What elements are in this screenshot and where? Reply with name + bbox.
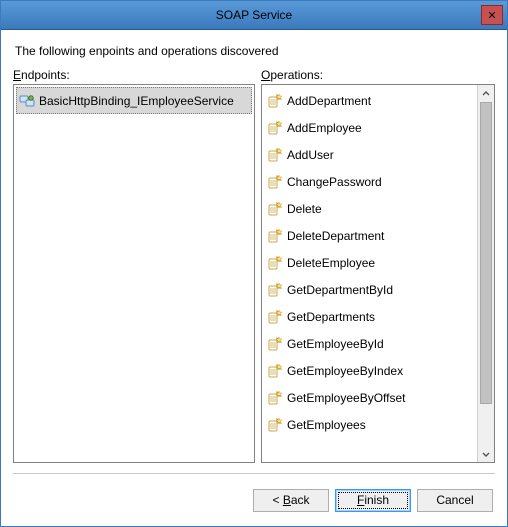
columns: Endpoints: BasicHttpBinding_IEmployeeSer… bbox=[13, 68, 495, 463]
operation-label: AddEmployee bbox=[287, 121, 362, 135]
endpoint-icon bbox=[19, 93, 35, 109]
operation-icon bbox=[267, 255, 283, 271]
operation-item[interactable]: Delete bbox=[264, 195, 475, 222]
operation-icon bbox=[267, 417, 283, 433]
operations-label: Operations: bbox=[261, 68, 495, 84]
operation-label: ChangePassword bbox=[287, 175, 382, 189]
operation-icon bbox=[267, 120, 283, 136]
operations-listbox[interactable]: AddDepartment AddEmployee AddUser ChangePas… bbox=[261, 84, 495, 463]
content-area: The following enpoints and operations di… bbox=[1, 30, 507, 474]
cancel-button[interactable]: Cancel bbox=[417, 489, 493, 512]
operation-item[interactable]: ChangePassword bbox=[264, 168, 475, 195]
operation-item[interactable]: GetEmployeeById bbox=[264, 330, 475, 357]
operation-label: GetEmployeeByIndex bbox=[287, 364, 403, 378]
endpoints-listbox[interactable]: BasicHttpBinding_IEmployeeService bbox=[13, 84, 255, 463]
operation-item[interactable]: DeleteEmployee bbox=[264, 249, 475, 276]
scrollbar[interactable] bbox=[477, 85, 494, 462]
scroll-track[interactable] bbox=[478, 102, 494, 445]
endpoint-label: BasicHttpBinding_IEmployeeService bbox=[39, 94, 234, 108]
operation-label: GetEmployees bbox=[287, 418, 366, 432]
scroll-up-button[interactable] bbox=[478, 85, 494, 102]
operation-icon bbox=[267, 228, 283, 244]
operation-item[interactable]: GetEmployeeByIndex bbox=[264, 357, 475, 384]
button-row: < Back Finish Cancel bbox=[1, 474, 507, 526]
operation-item[interactable]: AddEmployee bbox=[264, 114, 475, 141]
window-title: SOAP Service bbox=[216, 8, 292, 22]
scroll-thumb[interactable] bbox=[480, 102, 492, 404]
dialog-window: SOAP Service ✕ The following enpoints an… bbox=[0, 0, 508, 527]
operation-item[interactable]: AddDepartment bbox=[264, 87, 475, 114]
operation-label: AddDepartment bbox=[287, 94, 371, 108]
operation-item[interactable]: DeleteDepartment bbox=[264, 222, 475, 249]
titlebar: SOAP Service ✕ bbox=[1, 1, 507, 30]
operation-icon bbox=[267, 390, 283, 406]
chevron-down-icon bbox=[482, 450, 490, 458]
operation-icon bbox=[267, 336, 283, 352]
operation-icon bbox=[267, 309, 283, 325]
operations-column: Operations: AddDepartment AddEmployee AddU… bbox=[261, 68, 495, 463]
operation-icon bbox=[267, 282, 283, 298]
operation-label: Delete bbox=[287, 202, 322, 216]
operation-icon bbox=[267, 363, 283, 379]
operation-label: GetDepartments bbox=[287, 310, 375, 324]
endpoints-column: Endpoints: BasicHttpBinding_IEmployeeSer… bbox=[13, 68, 255, 463]
operation-icon bbox=[267, 93, 283, 109]
operation-label: GetEmployeeByOffset bbox=[287, 391, 406, 405]
chevron-up-icon bbox=[482, 90, 490, 98]
operation-label: DeleteDepartment bbox=[287, 229, 384, 243]
operation-label: AddUser bbox=[287, 148, 334, 162]
operation-item[interactable]: GetEmployees bbox=[264, 411, 475, 438]
operation-icon bbox=[267, 147, 283, 163]
operation-item[interactable]: AddUser bbox=[264, 141, 475, 168]
operation-label: GetEmployeeById bbox=[287, 337, 384, 351]
back-button[interactable]: < Back bbox=[253, 489, 329, 512]
operation-label: GetDepartmentById bbox=[287, 283, 393, 297]
operation-icon bbox=[267, 201, 283, 217]
operation-item[interactable]: GetDepartments bbox=[264, 303, 475, 330]
intro-text: The following enpoints and operations di… bbox=[13, 40, 495, 68]
operation-item[interactable]: GetEmployeeByOffset bbox=[264, 384, 475, 411]
endpoints-label: Endpoints: bbox=[13, 68, 255, 84]
scroll-down-button[interactable] bbox=[478, 445, 494, 462]
close-icon: ✕ bbox=[487, 9, 496, 22]
operation-label: DeleteEmployee bbox=[287, 256, 375, 270]
finish-button[interactable]: Finish bbox=[335, 489, 411, 512]
endpoint-item[interactable]: BasicHttpBinding_IEmployeeService bbox=[16, 87, 252, 114]
close-button[interactable]: ✕ bbox=[481, 5, 503, 25]
operation-icon bbox=[267, 174, 283, 190]
operation-item[interactable]: GetDepartmentById bbox=[264, 276, 475, 303]
